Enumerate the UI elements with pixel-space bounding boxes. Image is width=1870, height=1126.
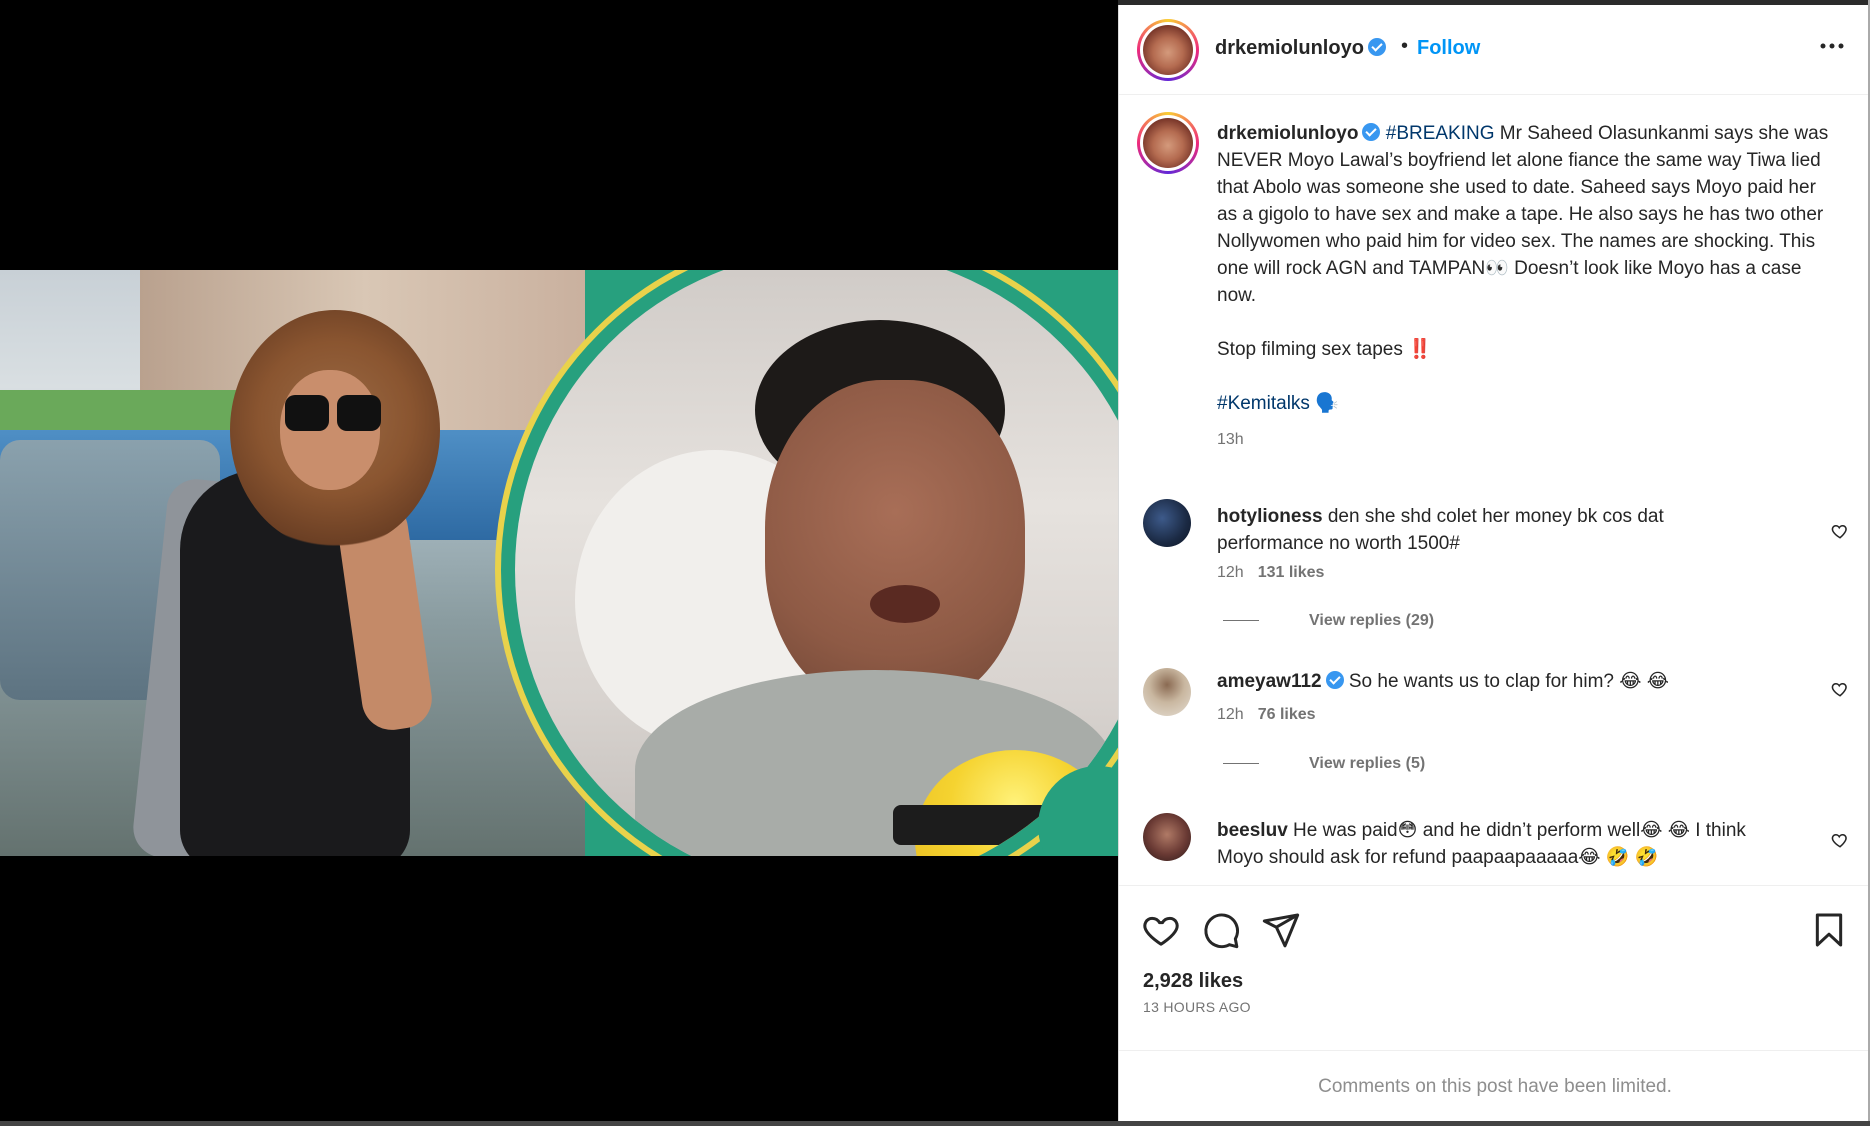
heart-icon[interactable] [1831, 522, 1849, 540]
caption-timestamp[interactable]: 13h [1217, 431, 1244, 449]
author-username-text[interactable]: drkemiolunloyo [1215, 37, 1364, 59]
caption-line: Stop filming sex tapes ‼️ [1217, 339, 1432, 360]
caption-body: Mr Saheed Olasunkanmi says she was NEVER… [1217, 123, 1829, 306]
share-icon[interactable] [1261, 910, 1301, 950]
caption-username[interactable]: drkemiolunloyo [1217, 123, 1358, 144]
comment-text: hotylioness den she shd colet her money … [1217, 503, 1757, 557]
view-replies-button[interactable]: View replies (5) [1223, 755, 1425, 773]
comment-likes[interactable]: 76 likes [1258, 706, 1316, 723]
post-media-area [0, 0, 1118, 1126]
view-replies-button[interactable]: View replies (29) [1223, 612, 1434, 630]
caption-author-avatar[interactable] [1137, 112, 1199, 174]
background-page-strip [0, 1121, 1870, 1126]
comment-body: So he wants us to clap for him? 😂 😂 [1348, 671, 1669, 692]
post-side-panel: drkemiolunloyo • Follow drkemiolunloyo #… [1118, 5, 1870, 1121]
separator-dot: • [1401, 35, 1409, 57]
heart-icon[interactable] [1141, 910, 1181, 950]
post-time-ago[interactable]: 13 HOURS AGO [1143, 999, 1251, 1015]
commenter-username[interactable]: hotylioness [1217, 506, 1323, 527]
verified-badge-icon [1367, 38, 1386, 56]
mouth [870, 585, 940, 623]
comments-limited-notice: Comments on this post have been limited. [1119, 1050, 1870, 1121]
commenter-avatar[interactable] [1143, 668, 1191, 716]
more-options-icon[interactable] [1817, 31, 1847, 68]
bookmark-icon[interactable] [1809, 910, 1849, 950]
follow-button[interactable]: Follow [1417, 37, 1480, 60]
commenter-avatar[interactable] [1143, 499, 1191, 547]
comment-icon[interactable] [1201, 910, 1241, 950]
comment-text: beesluv He was paid😳 and he didn’t perfo… [1217, 817, 1757, 871]
verified-badge-icon [1362, 123, 1381, 141]
video-still [515, 270, 1118, 856]
comments-scroll-area[interactable]: drkemiolunloyo #BREAKING Mr Saheed Olasu… [1119, 96, 1870, 886]
commenter-username[interactable]: ameyaw112 [1217, 671, 1322, 692]
author-username[interactable]: drkemiolunloyo [1215, 37, 1386, 60]
comment-time[interactable]: 12h [1217, 706, 1244, 723]
post-actions-bar: 2,928 likes 13 HOURS AGO [1119, 885, 1870, 1050]
replies-line [1223, 763, 1259, 765]
likes-count[interactable]: 2,928 likes [1143, 970, 1243, 993]
sunglasses [285, 395, 381, 431]
comment-text: ameyaw112 So he wants us to clap for him… [1217, 668, 1757, 695]
author-avatar[interactable] [1137, 19, 1199, 81]
commenter-username[interactable]: beesluv [1217, 820, 1288, 841]
view-replies-label[interactable]: View replies (29) [1309, 612, 1434, 629]
commenter-avatar[interactable] [1143, 813, 1191, 861]
comment-body: He was paid😳 and he didn’t perform well😂… [1217, 820, 1746, 868]
heart-icon[interactable] [1831, 831, 1849, 849]
comment-time[interactable]: 12h [1217, 564, 1244, 581]
heart-icon[interactable] [1831, 680, 1849, 698]
hashtag-link[interactable]: #BREAKING [1386, 123, 1495, 144]
replies-line [1223, 620, 1259, 622]
face [765, 380, 1025, 710]
view-replies-label[interactable]: View replies (5) [1309, 755, 1425, 772]
comment-meta: 12h 131 likes [1217, 564, 1324, 582]
hashtag-link[interactable]: #Kemitalks 🗣️ [1217, 393, 1339, 414]
post-header: drkemiolunloyo • Follow [1119, 5, 1870, 95]
comment-likes[interactable]: 131 likes [1258, 564, 1325, 581]
verified-badge-icon [1325, 671, 1344, 689]
caption-text: drkemiolunloyo #BREAKING Mr Saheed Olasu… [1217, 120, 1837, 417]
post-image-right-circle [495, 270, 1118, 856]
post-image[interactable] [0, 270, 1118, 856]
comment-meta: 12h 76 likes [1217, 706, 1316, 724]
